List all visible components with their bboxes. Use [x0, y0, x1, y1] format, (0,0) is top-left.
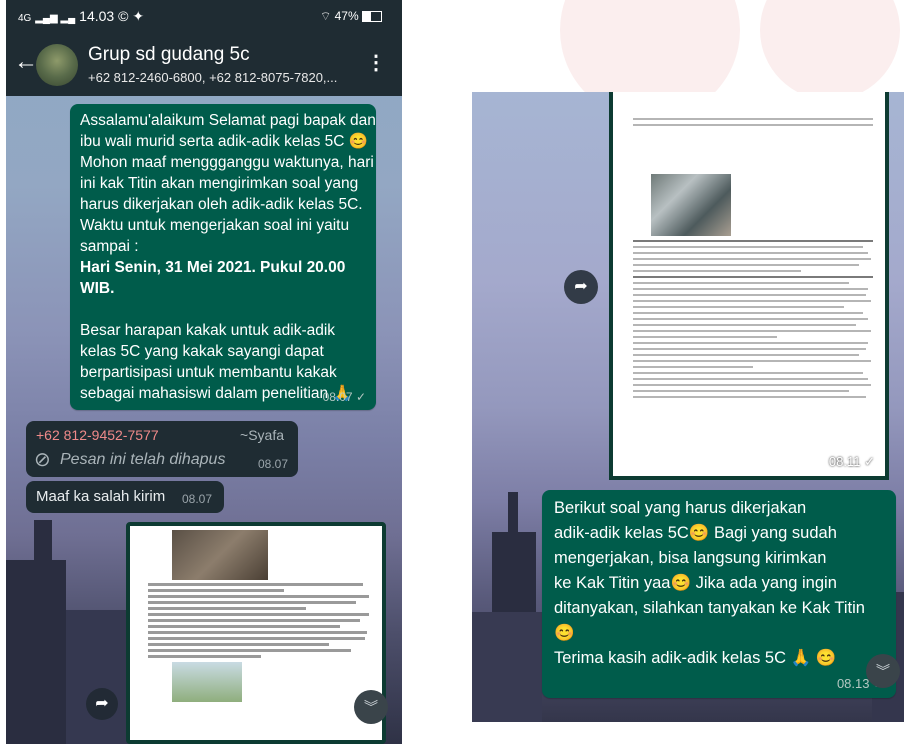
outgoing-message[interactable]: Assalamu'alaikum Selamat pagi bapak dan … [70, 104, 376, 444]
message-line: ditanyakan, silahkan tanyakan ke Kak Tit… [554, 599, 865, 617]
message-line: Mohon maaf menggganggu waktunya, hari [80, 154, 374, 171]
garbage-photo [651, 174, 731, 236]
outgoing-message[interactable]: Berikut soal yang harus dikerjakan adik-… [542, 490, 896, 698]
battery-icon [362, 11, 382, 23]
signal-icon: ▂▄▆ ▂▄ [35, 13, 76, 24]
status-right: ⌔ 47% [320, 9, 382, 24]
message-body: Maaf ka salah kirim [36, 488, 166, 505]
deadline-text: Hari Senin, 31 Mei 2021. Pukul 20.00 WIB… [80, 259, 346, 297]
message-line: ibu wali murid serta adik-adik kelas 5C … [80, 133, 369, 150]
message-line: 😊 [554, 624, 575, 642]
message-line: berpartisipasi untuk membantu kakak [80, 364, 337, 381]
message-line: Besar harapan kakak untuk adik-adik [80, 322, 336, 339]
message-time: 08.07 [181, 492, 212, 506]
image-message[interactable]: 08.11 ✓ [609, 92, 889, 480]
watermark-shape [760, 0, 900, 100]
message-line: sampai : [80, 238, 139, 255]
message-body: Berikut soal yang harus dikerjakan adik-… [554, 496, 894, 671]
status-left: 4G ▂▄▆ ▂▄ 14.03 © ✦ [18, 8, 144, 25]
message-line: adik-adik kelas 5C😊 Bagi yang sudah [554, 524, 837, 542]
group-title[interactable]: Grup sd gudang 5c [88, 44, 250, 66]
message-line: ini kak Titin akan mengirimkan soal yang [80, 175, 359, 192]
image-message[interactable] [126, 522, 386, 744]
message-line: Terima kasih adik-adik kelas 5C 🙏 😊 [554, 649, 837, 667]
deleted-text: Pesan ini telah dihapus [60, 451, 226, 468]
group-avatar[interactable] [36, 44, 78, 86]
scroll-down-icon[interactable]: ︾ [354, 690, 388, 724]
message-time: 08.11 ✓ [828, 454, 875, 469]
message-time: 08.07 ✓ [322, 390, 366, 404]
document-page [148, 530, 374, 702]
menu-icon[interactable]: ⋮ [366, 50, 386, 75]
message-time: 08.07 [257, 457, 288, 471]
skyline-building [472, 612, 542, 722]
status-bar: 4G ▂▄▆ ▂▄ 14.03 © ✦ ⌔ 47% [6, 0, 402, 34]
forward-icon[interactable]: ➦ [564, 270, 598, 304]
chat-screenshot-1: 4G ▂▄▆ ▂▄ 14.03 © ✦ ⌔ 47% ← Grup sd guda… [6, 0, 402, 744]
whatsapp-icon: © [118, 8, 129, 24]
incoming-message[interactable]: Maaf ka salah kirim 08.07 [26, 481, 224, 513]
sender-number[interactable]: +62 812-9452-7577 [36, 427, 159, 443]
clock: 14.03 [79, 8, 115, 24]
message-line: harus dikerjakan oleh adik-adik kelas 5C… [80, 196, 363, 213]
message-line: mengerjakan, bisa langsung kirimkan [554, 549, 827, 567]
skyline-building [34, 520, 52, 744]
chat-header[interactable]: ← Grup sd gudang 5c +62 812-2460-6800, +… [6, 34, 402, 96]
blocked-icon: ⊘ [34, 449, 51, 471]
message-line: kelas 5C yang kakak sayangi dapat [80, 343, 324, 360]
document-photo [172, 530, 268, 580]
group-members: +62 812-2460-6800, +62 812-8075-7820,... [88, 70, 338, 85]
battery-percent: 47% [334, 9, 359, 23]
deleted-message[interactable]: +62 812-9452-7577 ~Syafa ⊘ Pesan ini tel… [26, 421, 298, 477]
forward-icon[interactable]: ➦ [86, 688, 118, 720]
back-arrow-icon[interactable]: ← [14, 48, 38, 76]
chat-screenshot-2: 08.11 ✓ ➦ Berikut soal yang harus dikerj… [472, 92, 904, 722]
scroll-down-icon[interactable]: ︾ [866, 654, 900, 688]
sender-name: ~Syafa [240, 427, 284, 443]
network-indicator: 4G [18, 13, 32, 24]
document-illustration [172, 662, 242, 702]
message-line: Assalamu'alaikum Selamat pagi bapak dan [80, 112, 376, 129]
message-line: Berikut soal yang harus dikerjakan [554, 499, 807, 517]
wifi-icon: ⌔ [320, 9, 332, 23]
message-line: ke Kak Titin yaa😊 Jika ada yang ingin [554, 574, 837, 592]
twitter-icon: ✦ [132, 8, 145, 24]
document-page [633, 98, 873, 402]
message-line: Waktu untuk mengerjakan soal ini yaitu [80, 217, 350, 234]
